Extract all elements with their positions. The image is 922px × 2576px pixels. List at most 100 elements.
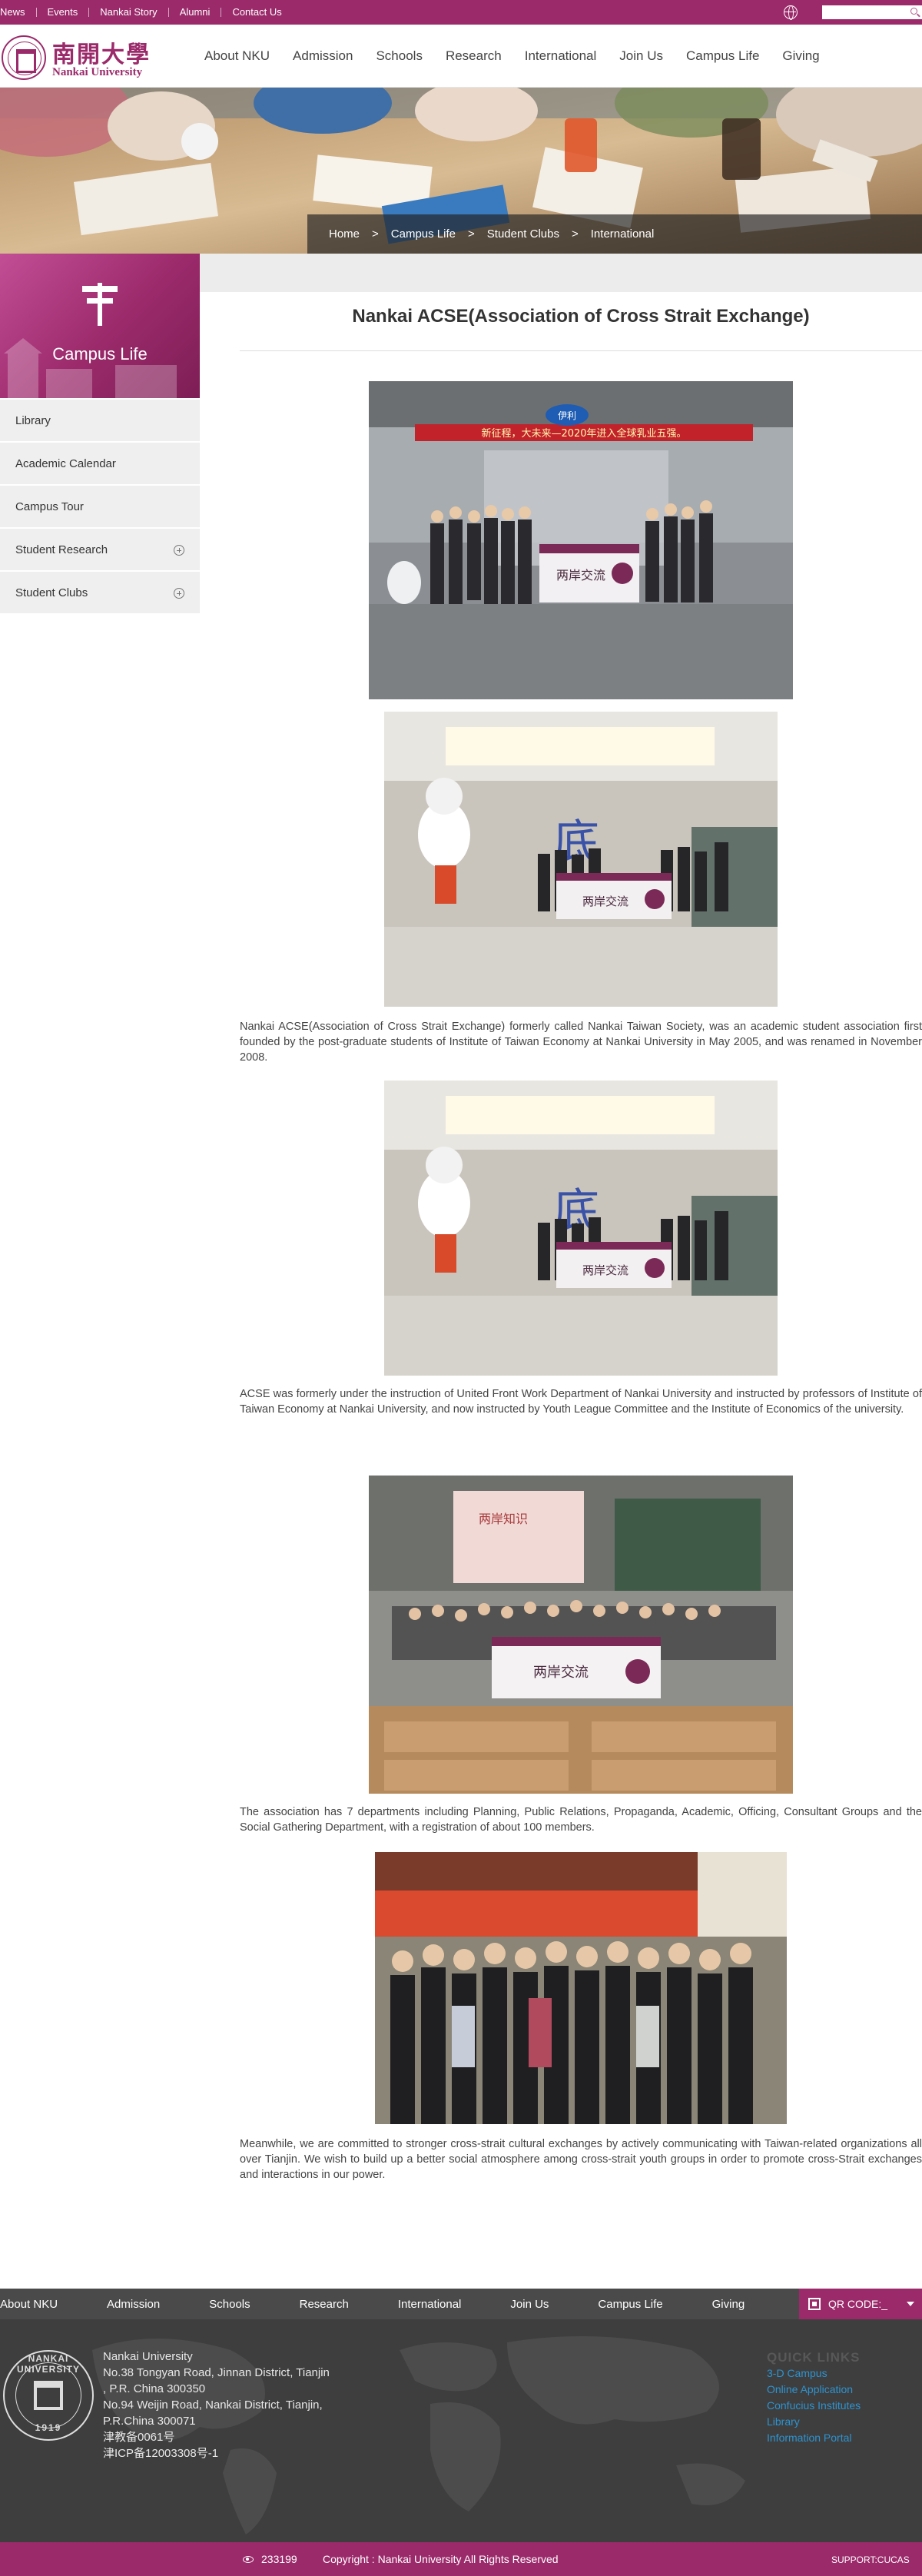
svg-text:两岸交流: 两岸交流 (582, 1263, 628, 1277)
copyright-text: Copyright : Nankai University All Rights… (323, 2553, 559, 2565)
footer-nav-research[interactable]: Research (300, 2298, 349, 2311)
address-line: P.R.China 300071 (103, 2415, 196, 2428)
quick-link-confucius-institutes[interactable]: Confucius Institutes (767, 2398, 920, 2414)
nav-schools[interactable]: Schools (376, 48, 422, 64)
search-box (822, 5, 922, 19)
visit-counter: 233199 (261, 2553, 297, 2565)
top-link-contact-us[interactable]: Contact Us (221, 7, 292, 17)
svg-text:两岸知识: 两岸知识 (479, 1512, 528, 1526)
top-link-events[interactable]: Events (35, 7, 89, 17)
footer-nav-campus-life[interactable]: Campus Life (598, 2298, 662, 2311)
address-line: Nankai University (103, 2350, 193, 2363)
logo-seal-icon (2, 35, 46, 80)
address-line: No.38 Tongyan Road, Jinnan District, Tia… (103, 2366, 330, 2379)
seal-year: 1919 (35, 2422, 62, 2433)
sidebar-item-library[interactable]: Library (0, 400, 200, 443)
breadcrumb-home[interactable]: Home (329, 227, 360, 241)
footer-address: Nankai University No.38 Tongyan Road, Ji… (103, 2349, 357, 2461)
qr-code-icon (808, 2298, 821, 2310)
chevron-down-icon (907, 2302, 914, 2306)
breadcrumb-international[interactable]: International (591, 227, 655, 241)
address-line: , P.R. China 300350 (103, 2382, 206, 2395)
article-paragraph: The association has 7 departments includ… (240, 1806, 922, 1834)
sidebar-item-academic-calendar[interactable]: Academic Calendar (0, 443, 200, 486)
nav-campus-life[interactable]: Campus Life (686, 48, 759, 64)
footer-nav-join-us[interactable]: Join Us (510, 2298, 549, 2311)
nav-admission[interactable]: Admission (293, 48, 353, 64)
title-divider (240, 350, 922, 351)
breadcrumb-student-clubs[interactable]: Student Clubs (487, 227, 559, 241)
footer-nav-schools[interactable]: Schools (209, 2298, 250, 2311)
footer-main: NANKAI UNIVERSITY 1919 Nankai University… (0, 2319, 922, 2542)
photo-logo-text: 伊利 (558, 410, 576, 421)
address-line: 津ICP备12003308号-1 (103, 2447, 219, 2460)
search-icon[interactable] (910, 8, 917, 15)
breadcrumb: Home > Campus Life > Student Clubs > Int… (307, 214, 922, 254)
sidebar-item-label: Campus Tour (15, 500, 84, 513)
photo-group-indoor-mascot-2: 底 两岸交流 (384, 1081, 778, 1376)
university-logo[interactable]: 南開大學 Nankai University (0, 32, 169, 80)
footer-nav: About NKU Admission Schools Research Int… (0, 2289, 922, 2319)
page-banner: Home > Campus Life > Student Clubs > Int… (0, 88, 922, 254)
top-link-alumni[interactable]: Alumni (167, 7, 221, 17)
svg-text:两岸交流: 两岸交流 (556, 568, 605, 583)
nav-giving[interactable]: Giving (782, 48, 819, 64)
top-links: News Events Nankai Story Alumni Contact … (0, 0, 293, 25)
svg-text:两岸交流: 两岸交流 (582, 895, 628, 908)
svg-text:两岸交流: 两岸交流 (533, 1665, 589, 1681)
article-paragraph: Meanwhile, we are committed to stronger … (240, 2138, 922, 2181)
article-paragraph: Nankai ACSE(Association of Cross Strait … (240, 1021, 922, 1064)
sidebar-item-campus-tour[interactable]: Campus Tour (0, 486, 200, 529)
logo-chinese-name: 南開大學 (52, 41, 151, 68)
main-nav: About NKU Admission Schools Research Int… (204, 25, 843, 88)
breadcrumb-separator: > (572, 227, 579, 241)
sidebar-item-label: Library (15, 413, 51, 427)
sidebar-title: Campus Life (52, 344, 148, 363)
footer-nav-giving[interactable]: Giving (712, 2298, 745, 2311)
quick-link-information-portal[interactable]: Information Portal (767, 2430, 920, 2446)
photo-group-classroom: 两岸知识 两岸交流 (369, 1476, 793, 1794)
nav-about-nku[interactable]: About NKU (204, 48, 270, 64)
photo-banner-text: 新征程，大未来—2020年进入全球乳业五强。 (481, 427, 686, 440)
expand-plus-icon[interactable] (174, 545, 184, 556)
sidebar-header: Campus Life (0, 254, 200, 398)
top-bar: News Events Nankai Story Alumni Contact … (0, 0, 922, 25)
sidebar-item-student-research[interactable]: Student Research (0, 529, 200, 572)
nav-join-us[interactable]: Join Us (619, 48, 663, 64)
site-header: 南開大學 Nankai University About NKU Admissi… (0, 25, 922, 88)
qr-code-dropdown[interactable]: QR CODE:_ (799, 2289, 922, 2319)
photo-group-outdoor-tent (375, 1852, 787, 2124)
quick-link-library[interactable]: Library (767, 2414, 920, 2430)
support-link[interactable]: SUPPORT:CUCAS (831, 2554, 910, 2565)
quick-links: QUICK LINKS 3-D Campus Online Applicatio… (767, 2350, 920, 2446)
sidebar-item-label: Student Research (15, 543, 108, 556)
top-link-nankai-story[interactable]: Nankai Story (88, 7, 167, 17)
top-link-news[interactable]: News (0, 7, 36, 17)
sidebar-item-student-clubs[interactable]: Student Clubs (0, 572, 200, 615)
search-input[interactable] (822, 5, 899, 19)
logo-english-name: Nankai University (52, 66, 143, 78)
globe-icon[interactable] (784, 5, 798, 20)
breadcrumb-separator: > (468, 227, 475, 241)
eye-icon (243, 2556, 254, 2563)
nav-international[interactable]: International (525, 48, 597, 64)
quick-link-3d-campus[interactable]: 3-D Campus (767, 2365, 920, 2382)
article-paragraph: ACSE was formerly under the instruction … (240, 1388, 922, 1416)
qr-code-label: QR CODE:_ (828, 2298, 888, 2310)
expand-plus-icon[interactable] (174, 588, 184, 599)
copyright-bar: 233199 Copyright : Nankai University All… (0, 2542, 922, 2576)
quick-link-online-application[interactable]: Online Application (767, 2382, 920, 2398)
page-title: Nankai ACSE(Association of Cross Strait … (352, 306, 810, 327)
footer-nav-about-nku[interactable]: About NKU (0, 2298, 58, 2311)
quick-links-title: QUICK LINKS (767, 2350, 861, 2365)
breadcrumb-campus-life[interactable]: Campus Life (391, 227, 456, 241)
sidebar-menu: Library Academic Calendar Campus Tour St… (0, 400, 200, 615)
sidebar-item-label: Student Clubs (15, 586, 88, 599)
photo-group-indoor-mascot: 底 两岸交流 (384, 712, 778, 1007)
breadcrumb-separator: > (372, 227, 379, 241)
footer-nav-international[interactable]: International (398, 2298, 462, 2311)
footer-nav-admission[interactable]: Admission (107, 2298, 160, 2311)
footer-seal-logo: NANKAI UNIVERSITY 1919 (3, 2350, 94, 2441)
address-line: 津教备0061号 (103, 2431, 175, 2444)
nav-research[interactable]: Research (446, 48, 502, 64)
